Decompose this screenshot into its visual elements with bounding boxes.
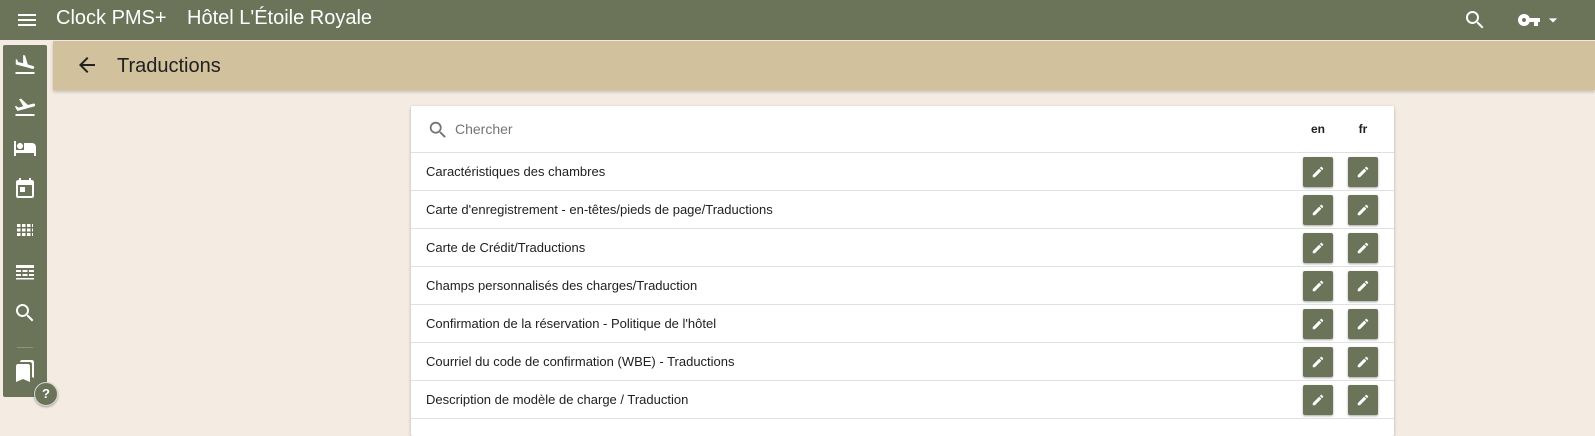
pencil-icon [1311,241,1325,255]
calendar-icon [13,177,37,201]
pencil-icon [1311,203,1325,217]
edit-fr-button[interactable] [1348,347,1378,377]
pencil-icon [1356,241,1370,255]
pencil-icon [1311,317,1325,331]
list-item[interactable]: Confirmation de la réservation - Politiq… [411,305,1394,343]
list-item-label: Carte d'enregistrement - en-têtes/pieds … [426,202,773,217]
edit-en-button[interactable] [1303,347,1333,377]
departures-nav-item[interactable] [13,95,37,119]
edit-en-button[interactable] [1303,385,1333,415]
help-button[interactable]: ? [34,382,58,406]
pencil-icon [1356,165,1370,179]
app-name: Clock PMS+ [56,7,167,29]
grid-icon [13,219,37,243]
list-item[interactable]: Carte d'enregistrement - en-têtes/pieds … [411,191,1394,229]
table-nav-item[interactable] [13,260,37,284]
list-item[interactable]: Carte de Crédit/Traductions [411,229,1394,267]
search-input[interactable] [455,118,1055,140]
search-nav-item[interactable] [13,301,37,325]
top-app-bar: Clock PMS+ Hôtel L'Étoile Royale [0,0,1595,40]
list-item-label: Carte de Crédit/Traductions [426,240,586,255]
list-item-label: Champs personnalisés des charges/Traduct… [426,278,698,293]
list-item[interactable]: Courriel du code de confirmation (WBE) -… [411,343,1394,381]
pencil-icon [1356,393,1370,407]
calendar-nav-item[interactable] [13,177,37,201]
search-row: en fr [411,106,1394,153]
bookmarks-icon [13,359,37,383]
rail-divider [17,347,33,348]
translations-card: en fr Caractéristiques des chambres Cart… [411,106,1394,436]
list-item-label: Description de modèle de charge / Traduc… [426,392,689,407]
list-item-label: Confirmation de la réservation - Politiq… [426,316,717,331]
side-nav-rail [3,45,47,397]
pencil-icon [1356,203,1370,217]
edit-fr-button[interactable] [1348,157,1378,187]
pencil-icon [1356,317,1370,331]
edit-en-button[interactable] [1303,309,1333,339]
edit-en-button[interactable] [1303,195,1333,225]
arrivals-nav-item[interactable] [13,53,37,77]
list-item[interactable]: Caractéristiques des chambres [411,153,1394,191]
edit-fr-button[interactable] [1348,385,1378,415]
edit-fr-button[interactable] [1348,233,1378,263]
edit-en-button[interactable] [1303,233,1333,263]
page-title: Traductions [117,55,221,77]
search-icon [427,119,449,141]
column-header-fr: fr [1358,122,1368,136]
chevron-down-icon [1543,10,1563,30]
list-item[interactable]: Champs personnalisés des charges/Traduct… [411,267,1394,305]
hotel-name[interactable]: Hôtel L'Étoile Royale [187,6,372,30]
pencil-icon [1311,165,1325,179]
bookmarks-nav-item[interactable] [13,359,37,383]
pencil-icon [1311,393,1325,407]
list-item-label: Courriel du code de confirmation (WBE) -… [426,354,735,369]
edit-fr-button[interactable] [1348,195,1378,225]
menu-icon[interactable] [14,8,40,32]
list-item[interactable]: Description de modèle de charge / Traduc… [411,381,1394,419]
list-item-label: Caractéristiques des chambres [426,164,606,179]
edit-en-button[interactable] [1303,271,1333,301]
rooms-nav-item[interactable] [13,136,37,160]
edit-en-button[interactable] [1303,157,1333,187]
account-menu-button[interactable] [1517,8,1565,32]
pencil-icon [1356,279,1370,293]
page-header: Traductions [53,41,1595,90]
back-arrow-icon[interactable] [75,53,99,77]
search-icon [13,301,37,325]
edit-fr-button[interactable] [1348,271,1378,301]
grid-nav-item[interactable] [13,219,37,243]
edit-fr-button[interactable] [1348,309,1378,339]
table-icon [13,260,37,284]
search-icon[interactable] [1463,8,1487,32]
pencil-icon [1311,355,1325,369]
pencil-icon [1356,355,1370,369]
key-icon [1517,8,1541,32]
column-header-en: en [1310,122,1325,136]
hotel-bed-icon [13,136,37,160]
flight-land-icon [13,53,37,77]
flight-takeoff-icon [13,95,37,119]
pencil-icon [1311,279,1325,293]
translations-list: Caractéristiques des chambres Carte d'en… [411,153,1394,419]
